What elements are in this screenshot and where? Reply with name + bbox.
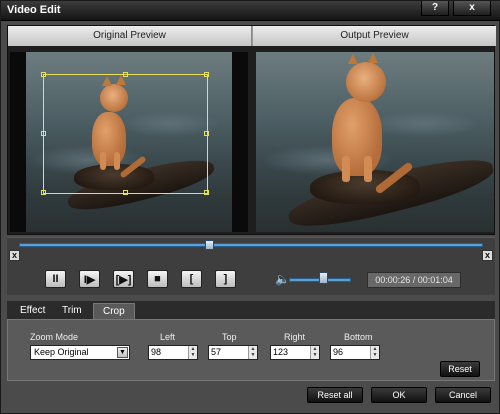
crop-handle-top-right[interactable] bbox=[204, 72, 209, 77]
crop-handle-left[interactable] bbox=[41, 131, 46, 136]
chevron-down-icon[interactable]: ▼ bbox=[117, 347, 128, 358]
mark-out-button[interactable]: ] bbox=[215, 270, 236, 288]
left-label: Left bbox=[160, 332, 176, 342]
stop-button[interactable]: ■ bbox=[147, 270, 168, 288]
video-edit-window: Video Edit ? x Original Preview Output P… bbox=[0, 0, 500, 414]
reset-button[interactable]: Reset bbox=[440, 361, 480, 377]
crop-handle-bottom[interactable] bbox=[123, 190, 128, 195]
original-preview-header: Original Preview bbox=[8, 26, 252, 46]
right-spinner[interactable]: ▲ ▼ bbox=[310, 346, 319, 359]
crop-frame[interactable] bbox=[41, 72, 209, 195]
bottom-spinner[interactable]: ▲ ▼ bbox=[370, 346, 379, 359]
reset-all-button[interactable]: Reset all bbox=[307, 387, 363, 403]
zoom-mode-select[interactable]: Keep Original ▼ bbox=[30, 345, 130, 360]
close-button[interactable]: x bbox=[453, 1, 491, 16]
bottom-value: 96 bbox=[333, 347, 344, 357]
top-value: 57 bbox=[211, 347, 222, 357]
tab-crop[interactable]: Crop bbox=[93, 303, 135, 319]
step-forward-button[interactable]: I▶ bbox=[79, 270, 100, 288]
trim-start-marker[interactable]: x bbox=[9, 250, 20, 261]
output-video-frame bbox=[256, 52, 494, 232]
tab-effect[interactable]: Effect bbox=[11, 303, 54, 319]
left-value: 98 bbox=[151, 347, 162, 357]
window-title: Video Edit bbox=[7, 4, 61, 16]
top-label: Top bbox=[222, 332, 237, 342]
zoom-mode-label: Zoom Mode bbox=[30, 332, 79, 342]
title-bar: Video Edit ? x bbox=[1, 1, 500, 21]
crop-handle-right[interactable] bbox=[204, 131, 209, 136]
right-value: 123 bbox=[273, 347, 289, 357]
timeline-thumb[interactable] bbox=[204, 240, 214, 250]
volume-thumb[interactable] bbox=[318, 272, 328, 284]
preview-panel: Original Preview Output Preview bbox=[7, 25, 496, 235]
help-button[interactable]: ? bbox=[421, 1, 449, 16]
top-input[interactable]: 57 ▲ ▼ bbox=[208, 345, 258, 360]
tab-trim[interactable]: Trim bbox=[53, 303, 91, 319]
cancel-button[interactable]: Cancel bbox=[435, 387, 491, 403]
output-preview-video bbox=[256, 52, 494, 232]
crop-handle-bottom-left[interactable] bbox=[41, 190, 46, 195]
left-input[interactable]: 98 ▲ ▼ bbox=[148, 345, 198, 360]
right-input[interactable]: 123 ▲ ▼ bbox=[270, 345, 320, 360]
crop-settings-panel: Zoom Mode Keep Original ▼ Left 98 ▲ ▼ Top… bbox=[7, 319, 495, 381]
ok-button[interactable]: OK bbox=[371, 387, 427, 403]
tab-bar: Effect Trim Crop bbox=[7, 301, 495, 319]
right-label: Right bbox=[284, 332, 306, 342]
top-spinner[interactable]: ▲ ▼ bbox=[248, 346, 257, 359]
bottom-label: Bottom bbox=[344, 332, 373, 342]
crop-handle-top[interactable] bbox=[123, 72, 128, 77]
original-preview-video[interactable] bbox=[10, 52, 248, 232]
volume-icon: 🔈 bbox=[275, 272, 290, 286]
timeline-panel: x x II I▶ [▶] ■ [ ] 🔈 00:00:26 / 00:01:0… bbox=[7, 237, 495, 295]
left-spinner[interactable]: ▲ ▼ bbox=[188, 346, 197, 359]
time-display: 00:00:26 / 00:01:04 bbox=[367, 272, 461, 288]
zoom-mode-value: Keep Original bbox=[34, 347, 89, 357]
crop-handle-top-left[interactable] bbox=[41, 72, 46, 77]
crop-handle-bottom-right[interactable] bbox=[204, 190, 209, 195]
bottom-input[interactable]: 96 ▲ ▼ bbox=[330, 345, 380, 360]
timeline-track[interactable] bbox=[19, 243, 483, 247]
output-preview-header: Output Preview bbox=[252, 26, 496, 46]
next-frame-button[interactable]: [▶] bbox=[113, 270, 134, 288]
pause-button[interactable]: II bbox=[45, 270, 66, 288]
mark-in-button[interactable]: [ bbox=[181, 270, 202, 288]
trim-end-marker[interactable]: x bbox=[482, 250, 493, 261]
